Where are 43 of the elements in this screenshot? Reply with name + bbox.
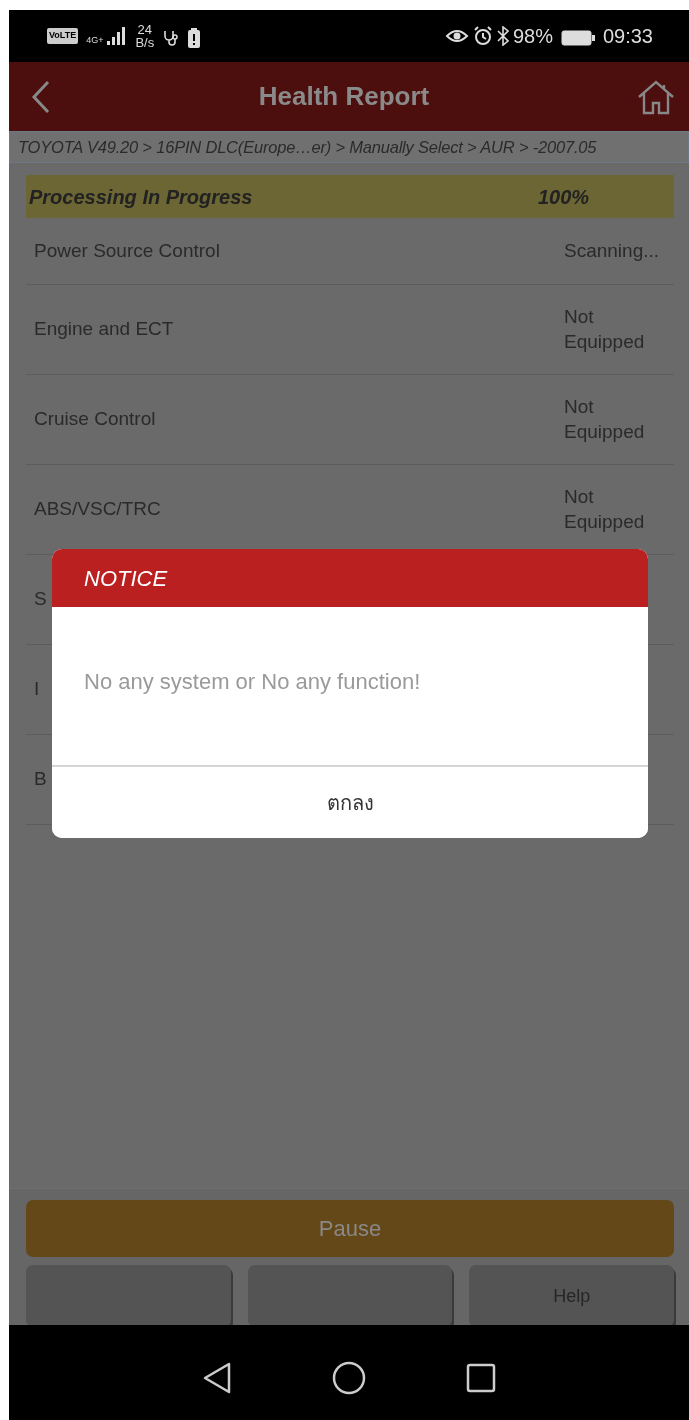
- dialog-title: NOTICE: [52, 549, 648, 607]
- screen-title: Health Report: [257, 80, 431, 113]
- system-name: ABS/VSC/TRC: [34, 497, 161, 522]
- clock-time: 09:33: [602, 24, 653, 49]
- recents-nav-icon[interactable]: [466, 1362, 496, 1393]
- system-row[interactable]: Power Source Control Scanning...: [26, 218, 674, 285]
- function-button[interactable]: [247, 1265, 453, 1327]
- battery-icon: [560, 29, 595, 46]
- system-name: Engine and ECT: [34, 317, 174, 342]
- progress-label: Processing In Progress: [29, 184, 253, 210]
- alarm-clock-icon: [472, 26, 493, 46]
- speed-unit: B/s: [135, 36, 155, 49]
- signal-icon: [107, 27, 128, 45]
- back-icon: [31, 79, 51, 114]
- home-button[interactable]: [637, 78, 675, 115]
- network-type: 4G+: [86, 36, 104, 45]
- bluetooth-icon: [496, 26, 509, 46]
- system-name: Cruise Control: [34, 407, 156, 432]
- dialog-message: No any system or No any function!: [84, 669, 421, 694]
- battery-percent: 98%: [512, 24, 553, 49]
- back-nav-icon[interactable]: [202, 1360, 232, 1395]
- home-nav-icon[interactable]: [332, 1360, 366, 1395]
- breadcrumb-path: TOYOTA V49.20 > 16PIN DLC(Europe…er) > Manually Select > AUR > -2007.05: [9, 131, 689, 163]
- system-status: Not Equipped: [564, 394, 646, 444]
- home-icon: [637, 78, 675, 115]
- system-status: Scanning...: [564, 238, 661, 263]
- system-name: S: [34, 587, 47, 612]
- eye-icon: [444, 27, 469, 45]
- system-name: I: [34, 677, 40, 702]
- function-button[interactable]: [26, 1265, 231, 1327]
- pause-button[interactable]: Pause: [26, 1200, 674, 1257]
- speed-value: 24: [137, 23, 153, 36]
- volte-indicator: VoLTE: [47, 28, 79, 44]
- system-row[interactable]: Cruise Control Not Equipped: [26, 375, 674, 465]
- battery-alert-icon: [188, 27, 201, 48]
- system-name: B: [34, 767, 47, 792]
- stethoscope-icon: [162, 28, 181, 47]
- back-button[interactable]: [31, 79, 51, 114]
- system-status: Not Equipped: [564, 484, 646, 534]
- progress-value: 100%: [538, 184, 591, 210]
- system-status: Not Equipped: [564, 304, 646, 354]
- system-name: Power Source Control: [34, 238, 220, 263]
- system-row[interactable]: Engine and ECT Not Equipped: [26, 285, 674, 375]
